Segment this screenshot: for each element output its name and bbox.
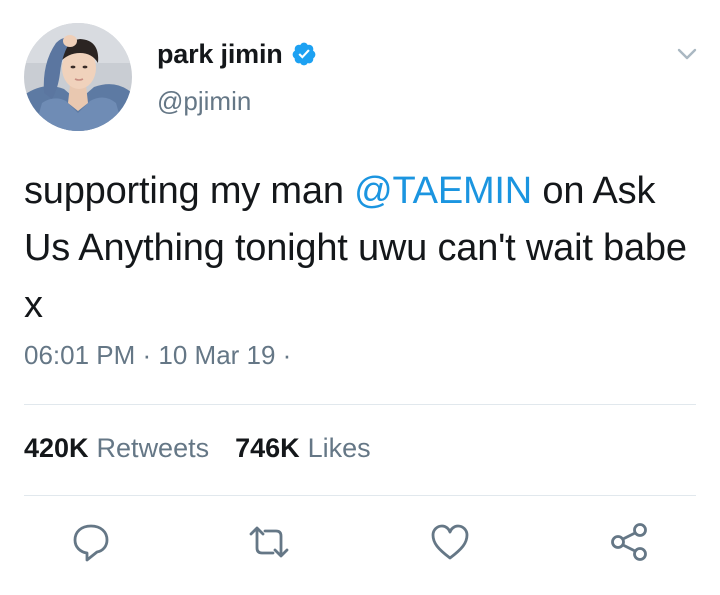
action-bar bbox=[0, 520, 720, 568]
retweets-count: 420K bbox=[24, 433, 89, 463]
heart-icon[interactable] bbox=[428, 520, 472, 564]
share-icon[interactable] bbox=[608, 520, 652, 564]
verified-badge-icon bbox=[291, 41, 317, 67]
likes-count: 746K bbox=[235, 433, 300, 463]
tweet-timestamp[interactable]: 06:01 PM · 10 Mar 19 · bbox=[24, 340, 291, 371]
tweet-text: supporting my man @TAEMIN on Ask Us Anyt… bbox=[24, 163, 704, 334]
retweets-stat[interactable]: 420K Retweets bbox=[24, 433, 209, 464]
retweets-label: Retweets bbox=[96, 433, 210, 463]
reply-icon[interactable] bbox=[69, 520, 113, 564]
tweet-text-start: supporting my man bbox=[24, 170, 355, 212]
retweet-icon[interactable] bbox=[247, 520, 291, 564]
mention-link[interactable]: @TAEMIN bbox=[354, 170, 532, 212]
divider-bottom bbox=[24, 495, 696, 496]
user-handle[interactable]: @pjimin bbox=[157, 86, 251, 117]
tweet-card: park jimin @pjimin supporting my man @TA… bbox=[0, 0, 720, 595]
display-name[interactable]: park jimin bbox=[157, 39, 283, 70]
divider-top bbox=[24, 404, 696, 405]
display-name-row[interactable]: park jimin bbox=[157, 36, 317, 72]
avatar-image bbox=[24, 23, 132, 131]
likes-stat[interactable]: 746K Likes bbox=[235, 433, 371, 464]
likes-label: Likes bbox=[307, 433, 371, 463]
chevron-down-icon[interactable] bbox=[673, 40, 701, 68]
engagement-stats: 420K Retweets 746K Likes bbox=[24, 433, 397, 464]
avatar[interactable] bbox=[24, 23, 132, 131]
